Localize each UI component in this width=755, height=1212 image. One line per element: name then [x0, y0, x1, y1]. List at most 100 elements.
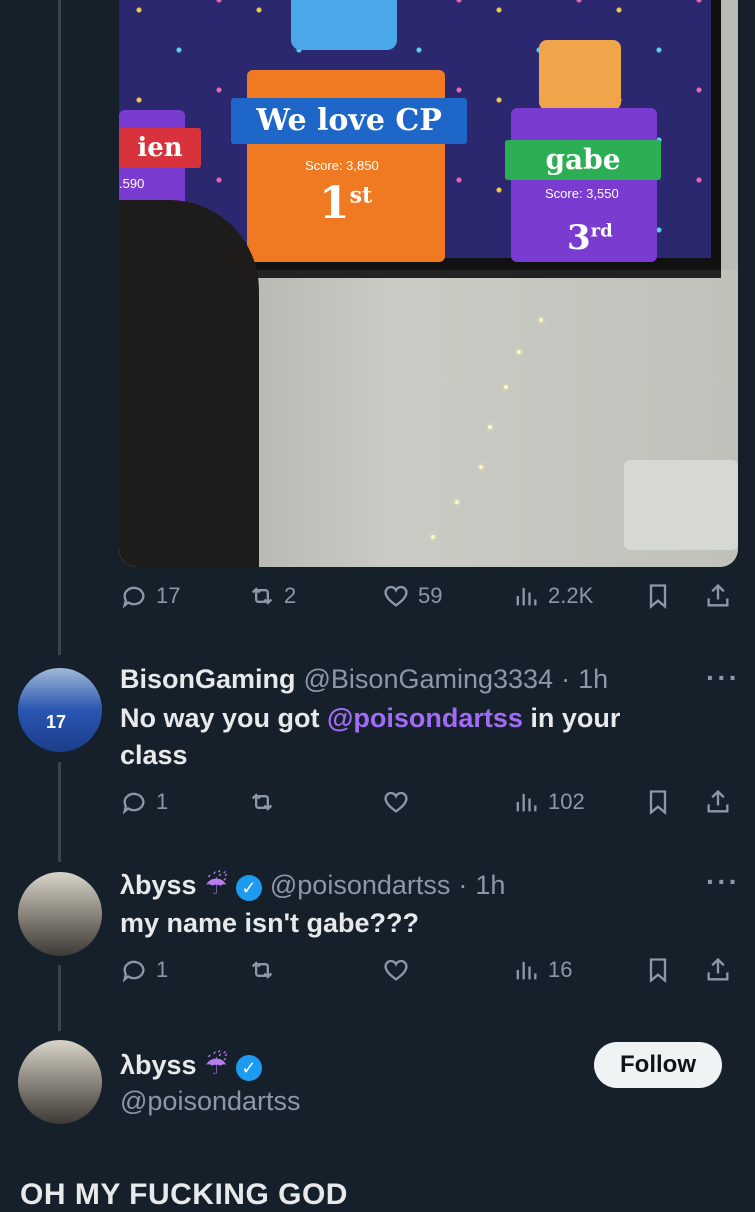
character-first [291, 0, 397, 50]
string-light [479, 465, 483, 469]
profile-display-name[interactable]: λbyss [120, 1050, 197, 1081]
profile-handle[interactable]: @poisondartss [120, 1086, 301, 1117]
repost-button[interactable] [248, 788, 276, 816]
repost-icon [251, 961, 273, 979]
display-name[interactable]: BisonGaming [120, 664, 296, 695]
mention-link[interactable]: @poisondartss [327, 703, 523, 733]
avatar-jersey-number: 17 [46, 712, 67, 732]
avatar-abyss[interactable] [18, 872, 102, 956]
profile-name-row: λbyss ☔ ✓ [120, 1050, 262, 1081]
display-name[interactable]: λbyss [120, 870, 197, 901]
photo-foreground-shadow [119, 200, 259, 567]
reply-count: 1 [156, 957, 169, 982]
heart-icon [384, 959, 408, 981]
views-count: 2.2K [548, 583, 594, 608]
user-handle[interactable]: @BisonGaming3334 [304, 664, 554, 695]
share-button[interactable] [704, 582, 732, 610]
umbrella-emoji-icon: ☔ [204, 1050, 228, 1080]
photo-cup [624, 460, 738, 550]
follow-button[interactable]: Follow [594, 1042, 722, 1088]
reply-text: No way you got @poisondartss in your cla… [120, 700, 680, 774]
reply-count: 1 [156, 789, 169, 814]
place-third-suffix: rd [590, 220, 613, 242]
string-light [488, 425, 492, 429]
bookmark-button[interactable] [644, 956, 672, 984]
timestamp[interactable]: 1h [475, 870, 505, 901]
repost-count: 2 [284, 583, 297, 608]
tweet-text-cutoff: OH MY FUCKING GOD [20, 1178, 348, 1211]
reply-actions: 1 16 [0, 956, 755, 992]
views-button[interactable]: 16 [512, 956, 572, 984]
umbrella-emoji-icon: ☔ [204, 870, 228, 900]
banner-third: gabe [505, 140, 661, 180]
reply-icon [122, 792, 145, 815]
separator-dot: · [458, 870, 468, 900]
repost-button[interactable]: 2 [248, 582, 296, 610]
reply-header: λbyss ☔ ✓ @poisondartss · 1h [120, 870, 505, 901]
reply-actions: 1 102 [0, 788, 755, 824]
heart-icon [384, 791, 408, 813]
character-third [539, 40, 621, 110]
reply-button[interactable]: 17 [120, 582, 180, 610]
place-third-number: 3 [567, 218, 591, 258]
thread-line-top [58, 0, 61, 655]
bookmark-icon [649, 790, 667, 815]
share-icon [707, 789, 729, 813]
timestamp[interactable]: 1h [578, 664, 608, 695]
share-button[interactable] [704, 956, 732, 984]
repost-icon [251, 793, 273, 811]
views-count: 16 [548, 957, 573, 982]
reply-text-before: No way you got [120, 703, 328, 733]
string-light [539, 318, 543, 322]
banner-second: ien [119, 128, 201, 168]
share-icon [707, 957, 729, 981]
repost-icon [251, 587, 273, 605]
avatar-abyss-profile[interactable] [18, 1040, 102, 1124]
reply-icon [122, 586, 145, 609]
more-icon[interactable]: ··· [706, 662, 740, 694]
bookmark-icon [649, 584, 667, 609]
views-button[interactable]: 2.2K [512, 582, 593, 610]
like-button[interactable] [382, 956, 410, 984]
verified-badge-icon: ✓ [235, 875, 262, 901]
reply-icon [122, 960, 145, 983]
tweet-media-photo[interactable]: ien We love CP gabe Score: 3,850 .590 Sc… [119, 0, 738, 567]
place-first: 1st [319, 178, 372, 229]
more-icon[interactable]: ··· [706, 866, 740, 898]
reply-header: BisonGaming @BisonGaming3334 · 1h [120, 664, 608, 695]
reply-button[interactable]: 1 [120, 956, 168, 984]
avatar-bisongaming[interactable]: 17 [18, 668, 102, 752]
place-first-number: 1 [319, 178, 350, 229]
views-icon [516, 961, 537, 980]
like-button[interactable]: 59 [382, 582, 442, 610]
string-light [504, 385, 508, 389]
bookmark-button[interactable] [644, 788, 672, 816]
reply-button[interactable]: 1 [120, 788, 168, 816]
banner-first: We love CP [231, 98, 467, 144]
string-light [455, 500, 459, 504]
views-icon [516, 793, 537, 812]
repost-button[interactable] [248, 956, 276, 984]
bookmark-icon [649, 958, 667, 983]
like-button[interactable] [382, 788, 410, 816]
profile-handle-row: @poisondartss [120, 1086, 301, 1117]
score-third: Score: 3,550 [545, 186, 619, 201]
main-tweet-actions: 17 2 59 2.2K [0, 582, 755, 618]
string-light [517, 350, 521, 354]
views-icon [516, 587, 537, 606]
verified-badge-icon: ✓ [235, 1055, 262, 1081]
separator-dot: · [561, 664, 571, 694]
score-first: Score: 3,850 [305, 158, 379, 173]
string-light [431, 535, 435, 539]
heart-icon [384, 585, 408, 607]
place-third: 3rd [567, 218, 613, 258]
share-button[interactable] [704, 788, 732, 816]
bookmark-button[interactable] [644, 582, 672, 610]
like-count: 59 [418, 583, 443, 608]
views-button[interactable]: 102 [512, 788, 585, 816]
user-handle[interactable]: @poisondartss [270, 870, 451, 901]
place-first-suffix: st [349, 182, 373, 209]
views-count: 102 [548, 789, 585, 814]
reply-count: 17 [156, 583, 181, 608]
score-second: .590 [119, 176, 145, 191]
